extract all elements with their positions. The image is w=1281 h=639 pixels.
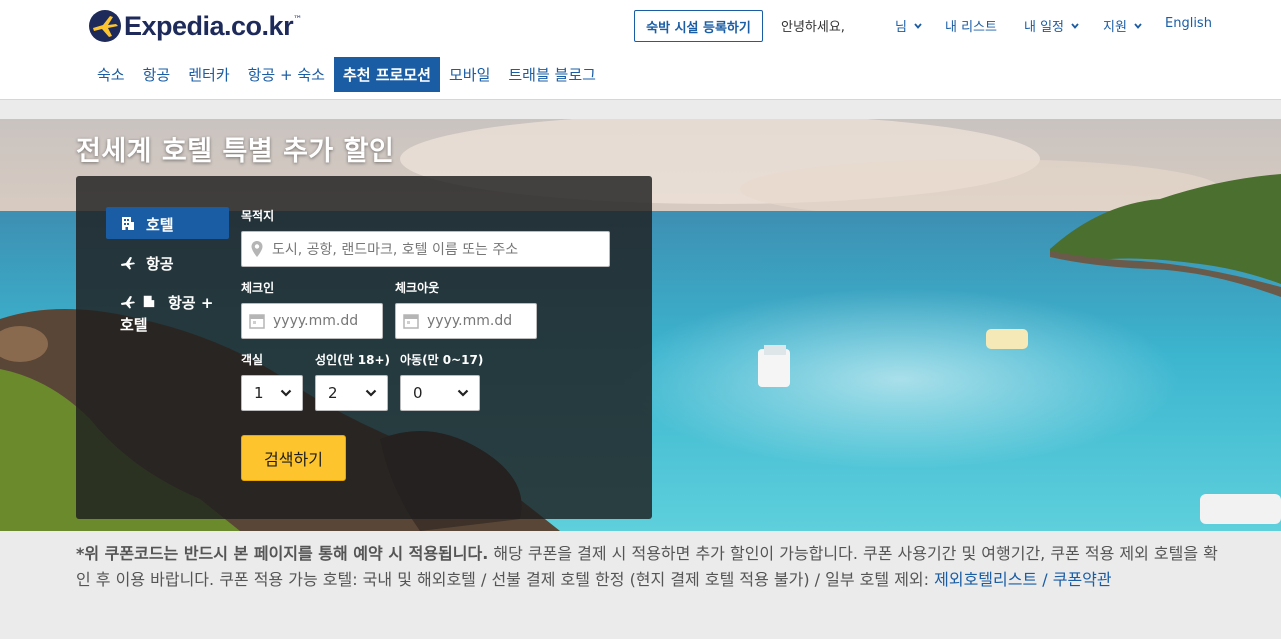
- plane-icon: [121, 296, 135, 309]
- tab-flight-hotel-label-line2: 호텔: [120, 316, 148, 334]
- chevron-down-icon: [457, 389, 469, 397]
- my-list-label: 내 리스트: [945, 20, 997, 35]
- greeting-text: 안녕하세요,: [781, 16, 845, 35]
- checkout-input[interactable]: yyyy.mm.dd: [395, 303, 537, 339]
- destination-label: 목적지: [241, 209, 275, 223]
- hotel-icon: [122, 217, 134, 230]
- destination-placeholder: 도시, 공항, 랜드마크, 호텔 이름 또는 주소: [272, 242, 519, 258]
- chevron-down-icon: [365, 389, 377, 397]
- user-menu[interactable]: 님: [895, 16, 922, 35]
- chevron-down-icon: [1134, 22, 1142, 29]
- children-select[interactable]: 0: [400, 375, 480, 411]
- excluded-hotels-link[interactable]: 제외호텔리스트: [934, 570, 1037, 589]
- nav-item-mobile[interactable]: 모바일: [440, 57, 499, 92]
- checkin-placeholder: yyyy.mm.dd: [273, 313, 359, 329]
- chevron-down-icon: [914, 22, 922, 29]
- adults-select[interactable]: 2: [315, 375, 388, 411]
- expedia-logo[interactable]: Expedia.co.kr ™: [88, 9, 302, 43]
- support-menu[interactable]: 지원: [1103, 16, 1142, 35]
- plane-icon: [121, 257, 135, 270]
- tab-hotel[interactable]: 호텔: [106, 207, 229, 239]
- register-property-button[interactable]: 숙박 시설 등록하기: [634, 10, 763, 42]
- logo-trademark: ™: [293, 15, 303, 25]
- site-header: Expedia.co.kr ™ 숙박 시설 등록하기 안녕하세요, 님 내 리스…: [0, 0, 1281, 100]
- user-menu-label: 님: [895, 20, 907, 35]
- checkin-label: 체크인: [241, 281, 275, 295]
- nav-item-promotions[interactable]: 추천 프로모션: [333, 57, 440, 92]
- nav-item-cars[interactable]: 렌터카: [179, 57, 238, 92]
- hotel-icon: [143, 295, 155, 308]
- logo-text: Expedia.co.kr: [124, 10, 294, 41]
- notice-bold-text: *위 쿠폰코드는 반드시 본 페이지를 통해 예약 시 적용됩니다.: [76, 544, 489, 563]
- chevron-down-icon: [280, 389, 292, 397]
- my-list-link[interactable]: 내 리스트: [945, 16, 997, 35]
- tab-flight-hotel[interactable]: 항공 + 호텔: [106, 292, 229, 336]
- tab-flight-hotel-label: 항공 +: [168, 294, 214, 312]
- hero-title: 전세계 호텔 특별 추가 할인: [76, 136, 395, 167]
- adults-label: 성인(만 18+): [315, 353, 391, 367]
- tab-flight[interactable]: 항공: [106, 253, 229, 281]
- children-value: 0: [413, 384, 423, 402]
- search-panel: 호텔 항공 항공 + 호텔 목적지 도시, 공항, 랜드마크, 호텔 이름 또는…: [76, 176, 652, 519]
- coupon-terms-link[interactable]: 쿠폰약관: [1053, 570, 1112, 589]
- expedia-plane-logo-icon: [89, 10, 121, 42]
- calendar-icon: [403, 314, 419, 329]
- rooms-label: 객실: [241, 353, 264, 367]
- link-separator: /: [1037, 570, 1053, 589]
- adults-value: 2: [328, 384, 338, 402]
- rooms-value: 1: [254, 384, 264, 402]
- main-nav: 숙소 항공 렌터카 항공 + 숙소 추천 프로모션 모바일 트래블 블로그: [88, 57, 605, 92]
- nav-item-flights[interactable]: 항공: [134, 57, 180, 92]
- nav-item-travel-blog[interactable]: 트래블 블로그: [499, 57, 605, 92]
- children-label: 아동(만 0~17): [400, 353, 484, 367]
- nav-item-stays[interactable]: 숙소: [88, 57, 134, 92]
- search-button[interactable]: 검색하기: [241, 435, 346, 481]
- tab-hotel-label: 호텔: [146, 216, 174, 234]
- language-link[interactable]: English: [1165, 16, 1212, 31]
- checkout-label: 체크아웃: [395, 281, 440, 295]
- checkout-placeholder: yyyy.mm.dd: [427, 313, 513, 329]
- calendar-icon: [249, 314, 265, 329]
- rooms-select[interactable]: 1: [241, 375, 303, 411]
- destination-input[interactable]: 도시, 공항, 랜드마크, 호텔 이름 또는 주소: [241, 231, 610, 267]
- language-label: English: [1165, 16, 1212, 31]
- checkin-input[interactable]: yyyy.mm.dd: [241, 303, 383, 339]
- location-pin-icon: [251, 241, 263, 257]
- tab-flight-label: 항공: [146, 255, 174, 273]
- my-trips-menu[interactable]: 내 일정: [1024, 16, 1079, 35]
- my-trips-label: 내 일정: [1024, 20, 1065, 35]
- hero-banner: 전세계 호텔 특별 추가 할인 호텔 항공 항공 + 호텔 목적지 도시, 공항…: [0, 119, 1281, 531]
- nav-item-flight-hotel[interactable]: 항공 + 숙소: [239, 57, 334, 92]
- support-label: 지원: [1103, 20, 1127, 35]
- coupon-notice: *위 쿠폰코드는 반드시 본 페이지를 통해 예약 시 적용됩니다. 해당 쿠폰…: [76, 541, 1226, 593]
- greeting-label: 안녕하세요,: [781, 20, 845, 35]
- chevron-down-icon: [1071, 22, 1079, 29]
